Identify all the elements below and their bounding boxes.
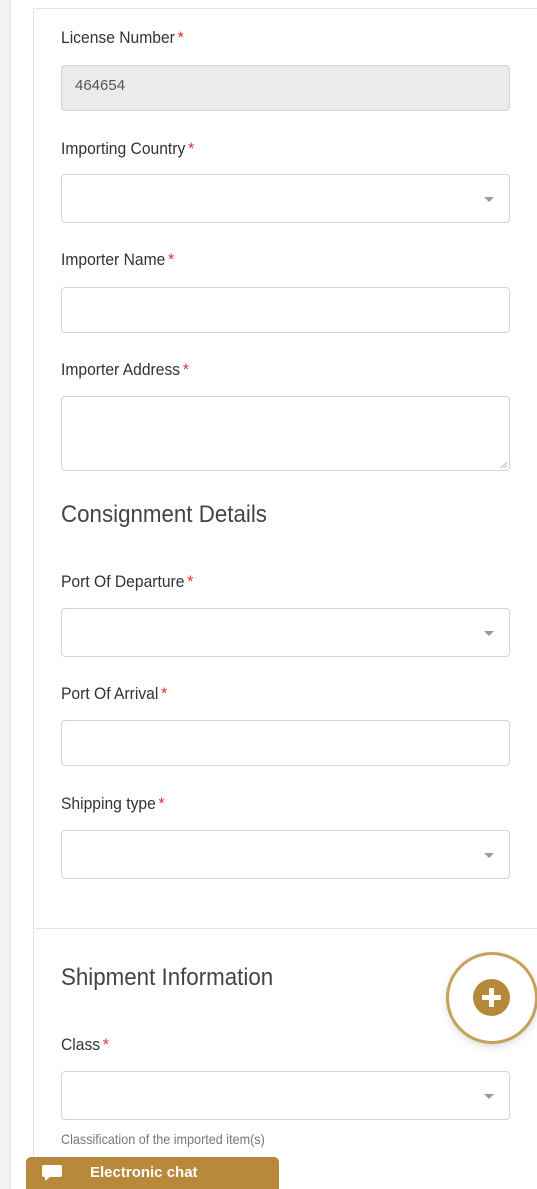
shipping-type-select[interactable]: [61, 830, 510, 879]
required-marker: *: [188, 139, 195, 158]
port-of-departure-label-text: Port Of Departure: [61, 572, 185, 591]
port-of-departure-select[interactable]: [61, 608, 510, 657]
port-of-departure-label: Port Of Departure *: [61, 572, 193, 592]
shipping-type-label: Shipping type *: [61, 794, 165, 814]
scroll-rail: [0, 0, 11, 1189]
license-number-value: 464654: [75, 77, 126, 94]
importing-country-select[interactable]: [61, 174, 510, 223]
importing-country-label: Importing Country *: [61, 139, 194, 159]
license-number-field: 464654: [61, 65, 510, 111]
port-of-arrival-input[interactable]: [61, 720, 510, 766]
plus-circle-icon: [473, 979, 510, 1016]
class-select[interactable]: [61, 1071, 510, 1120]
panel-left-border: [33, 8, 34, 1189]
add-button[interactable]: [449, 955, 535, 1041]
required-marker: *: [161, 684, 168, 703]
required-marker: *: [102, 1035, 109, 1054]
class-label: Class *: [61, 1035, 109, 1055]
class-helper-text: Classification of the imported item(s): [61, 1131, 265, 1147]
required-marker: *: [158, 794, 165, 813]
importer-address-label-text: Importer Address: [61, 360, 181, 379]
consignment-details-heading: Consignment Details: [61, 501, 267, 528]
port-of-arrival-label-text: Port Of Arrival: [61, 684, 159, 703]
resize-grip-icon[interactable]: [501, 462, 507, 468]
panel-top-border: [34, 8, 537, 9]
importer-name-label-text: Importer Name: [61, 250, 166, 269]
required-marker: *: [182, 360, 189, 379]
section-divider: [34, 928, 537, 929]
form-page: License Number * 464654 Importing Country…: [0, 0, 537, 1189]
importer-address-label: Importer Address *: [61, 360, 189, 380]
chevron-down-icon: [484, 630, 494, 636]
port-of-arrival-label: Port Of Arrival *: [61, 684, 167, 704]
chevron-down-icon: [484, 196, 494, 202]
license-number-label: License Number *: [61, 28, 184, 48]
electronic-chat-label: Electronic chat: [90, 1164, 198, 1181]
chevron-down-icon: [484, 852, 494, 858]
required-marker: *: [187, 572, 194, 591]
importer-name-input[interactable]: [61, 287, 510, 333]
shipment-information-heading: Shipment Information: [61, 964, 274, 991]
chat-bubble-icon: [42, 1165, 62, 1181]
class-label-text: Class: [61, 1035, 101, 1054]
importer-address-textarea[interactable]: [61, 396, 510, 471]
license-number-label-text: License Number: [61, 28, 175, 47]
required-marker: *: [168, 250, 175, 269]
chevron-down-icon: [484, 1093, 494, 1099]
shipping-type-label-text: Shipping type: [61, 794, 156, 813]
importer-name-label: Importer Name *: [61, 250, 174, 270]
electronic-chat-button[interactable]: Electronic chat: [26, 1157, 279, 1189]
required-marker: *: [177, 28, 184, 47]
importing-country-label-text: Importing Country: [61, 139, 186, 158]
